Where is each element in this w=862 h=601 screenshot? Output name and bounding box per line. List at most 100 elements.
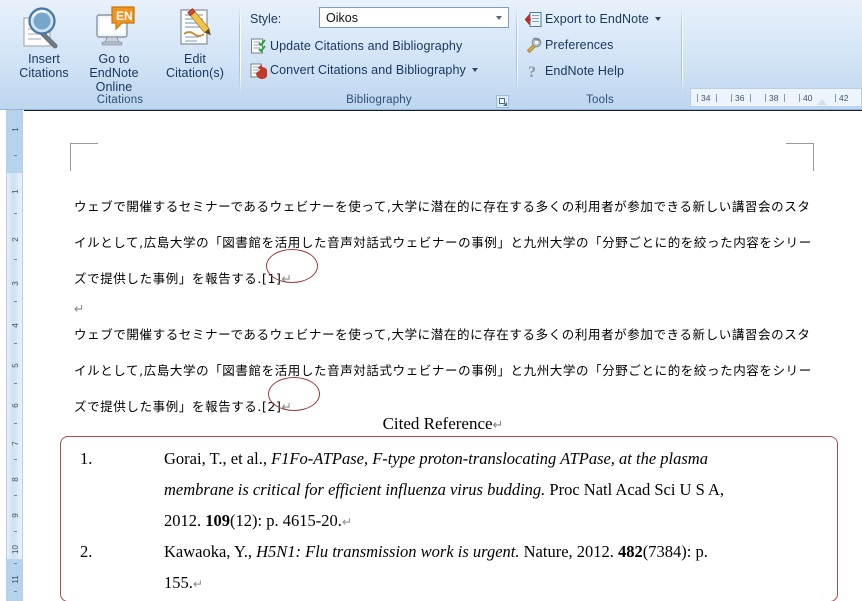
endnote-online-icon: EN [78,4,150,52]
edit-citations-label-line2: Citation(s) [155,66,235,80]
edit-citations-button[interactable]: Edit Citation(s) [155,4,235,90]
export-to-endnote-button[interactable]: Export to EndNote [524,9,661,29]
reference-item-2-authors: Kawaoka, Y., [164,542,256,561]
insert-citations-label-line2: Citations [6,66,82,80]
style-dropdown[interactable]: Oikos [319,7,509,28]
reference-item-1-journal: Proc Natl Acad Sci U S A, [545,480,724,499]
endnote-help-button[interactable]: ? EndNote Help [524,61,624,81]
reference-item-1-number: 1. [80,443,92,474]
export-to-endnote-label: Export to EndNote [545,12,649,26]
preferences-button[interactable]: Preferences [524,35,614,55]
edit-pencil-document-icon [155,4,235,52]
hruler-tick-3: 40 [803,93,812,103]
body-paragraph-2-line-3-text: ズで提供した事例」を報告する. [74,399,262,414]
ribbon-group-bibliography: Style: Oikos Update Citations an [241,0,517,110]
reference-item-1-year: 2012. [164,511,205,530]
update-citations-and-bibliography-button[interactable]: Update Citations and Bibliography [249,36,462,56]
paragraph-mark-ref-1: ↵ [342,515,352,529]
body-paragraph-1-line-1: ウェブで開催するセミナーであるウェビナーを使って,大学に潜在的に存在する多くの利… [74,189,834,225]
svg-text:?: ? [528,64,536,80]
chevron-down-icon [472,68,478,72]
style-label: Style: [250,12,281,26]
reference-item-2-line-2: 155.↵ [164,567,203,600]
hruler-tick-0: 34 [701,93,710,103]
go-to-endnote-online-button[interactable]: EN Go to EndNote Online [78,4,150,90]
export-document-icon [524,11,542,27]
vruler-tick-4: 4 [11,317,20,334]
vruler-tick-9: 9 [11,507,20,524]
right-margin-corner-marker [786,143,814,171]
question-mark-help-icon: ? [524,63,542,79]
reference-item-2-title: H5N1: Flu transmission work is urgent. [256,542,519,561]
vruler-tick-11: 11 [11,571,20,588]
reference-item-2-issue: (7384) [643,542,687,561]
update-citations-and-bibliography-label: Update Citations and Bibliography [270,39,462,53]
preferences-wrench-icon [524,37,542,53]
insert-citations-label-line1: Insert [6,52,82,66]
bibliography-heading-text: Cited Reference [383,414,493,433]
reference-item-2-pages-prefix: : p. [687,542,708,561]
reference-item-2-page-number: 155. [164,573,193,592]
chevron-down-icon [496,16,502,20]
paragraph-mark-ref-2: ↵ [193,577,203,591]
left-margin-corner-marker [70,143,98,171]
preferences-label: Preferences [545,38,614,52]
ribbon-group-citations-label: Citations [0,92,240,110]
reference-item-1-line-3: 2012. 109(12): p. 4615-20.↵ [164,505,352,538]
hruler-tick-4: 42 [839,93,848,103]
annotation-ellipse-citation-1 [266,249,318,283]
reference-item-2-number: 2. [80,536,92,567]
bibliography-heading: Cited Reference↵ [24,414,862,434]
insert-citations-button[interactable]: Insert Citations [6,4,82,90]
style-dropdown-value: Oikos [326,11,358,25]
convert-citations-and-bibliography-label: Convert Citations and Bibliography [270,63,466,77]
body-paragraph-1-line-2: イルとして,広島大学の「図書館を活用した音声対話式ウェビナーの事例」と九州大学の… [74,225,834,261]
vruler-tick-6: 6 [11,397,20,414]
vruler-tick-1: 1 [11,183,20,200]
reference-item-2-journal: Nature, [520,542,573,561]
endnote-help-label: EndNote Help [545,64,624,78]
endnote-word-addin-screenshot: Insert Citations EN Go t [0,0,862,601]
hruler-tick-1: 36 [735,93,744,103]
reference-item-2-line-1: Kawaoka, Y., H5N1: Flu transmission work… [164,536,708,567]
vertical-ruler[interactable]: 1 1 2 3 4 5 6 7 8 9 10 11 [6,110,23,601]
hruler-tick-2: 38 [769,93,778,103]
update-bibliography-icon [249,38,267,54]
ribbon-group-tools-label: Tools [518,92,682,110]
magnifier-search-icon [6,4,82,52]
bibliography-dialog-box-launcher[interactable] [496,95,509,108]
horizontal-ruler[interactable]: 34 36 38 40 42 [690,88,862,107]
reference-item-1-issue: (12) [230,511,258,530]
ribbon-group-tools: Export to EndNote Preferences [518,0,682,110]
paragraph-mark-heading: ↵ [493,418,504,433]
vruler-tick-5: 5 [11,357,20,374]
convert-bibliography-icon [249,62,267,78]
body-paragraph-2-line-2: イルとして,広島大学の「図書館を活用した音声対話式ウェビナーの事例」と九州大学の… [74,353,834,389]
hanging-indent-marker[interactable] [817,99,827,105]
chevron-down-icon [655,17,661,21]
reference-item-1-title-part-2: membrane is critical for efficient influ… [164,480,545,499]
paragraph-mark-empty: ↵ [74,301,85,316]
body-paragraph-2-line-1: ウェブで開催するセミナーであるウェビナーを使って,大学に潜在的に存在する多くの利… [74,317,834,353]
vruler-tick-8: 8 [11,471,20,488]
edit-citations-label-line1: Edit [155,52,235,66]
vruler-tick-2: 2 [11,231,20,248]
reference-item-1-authors: Gorai, T., et al., [164,449,271,468]
ribbon-group-citations: Insert Citations EN Go t [0,0,240,110]
reference-item-1-title-part-1: F1Fo-ATPase, F-type proton-translocating… [271,449,708,468]
ribbon-group-bibliography-label: Bibliography [241,92,517,110]
convert-citations-and-bibliography-button[interactable]: Convert Citations and Bibliography [249,60,478,80]
vruler-tick-3: 3 [11,275,20,292]
svg-text:EN: EN [116,9,133,23]
annotation-ellipse-citation-2 [268,377,320,411]
vruler-tick-0: 1 [11,121,20,138]
vruler-tick-10: 10 [11,541,20,558]
group-divider-3-highlight [682,6,683,94]
vruler-tick-7: 7 [11,435,20,452]
reference-item-2-year: 2012. [573,542,618,561]
reference-item-2-volume: 482 [618,542,643,561]
reference-item-1-line-1: Gorai, T., et al., F1Fo-ATPase, F-type p… [164,443,708,474]
reference-item-1-pages: : p. 4615-20. [258,511,342,530]
document-page[interactable]: ウェブで開催するセミナーであるウェビナーを使って,大学に潜在的に存在する多くの利… [24,110,862,601]
go-to-endnote-online-label-line1: Go to EndNote [78,52,150,80]
